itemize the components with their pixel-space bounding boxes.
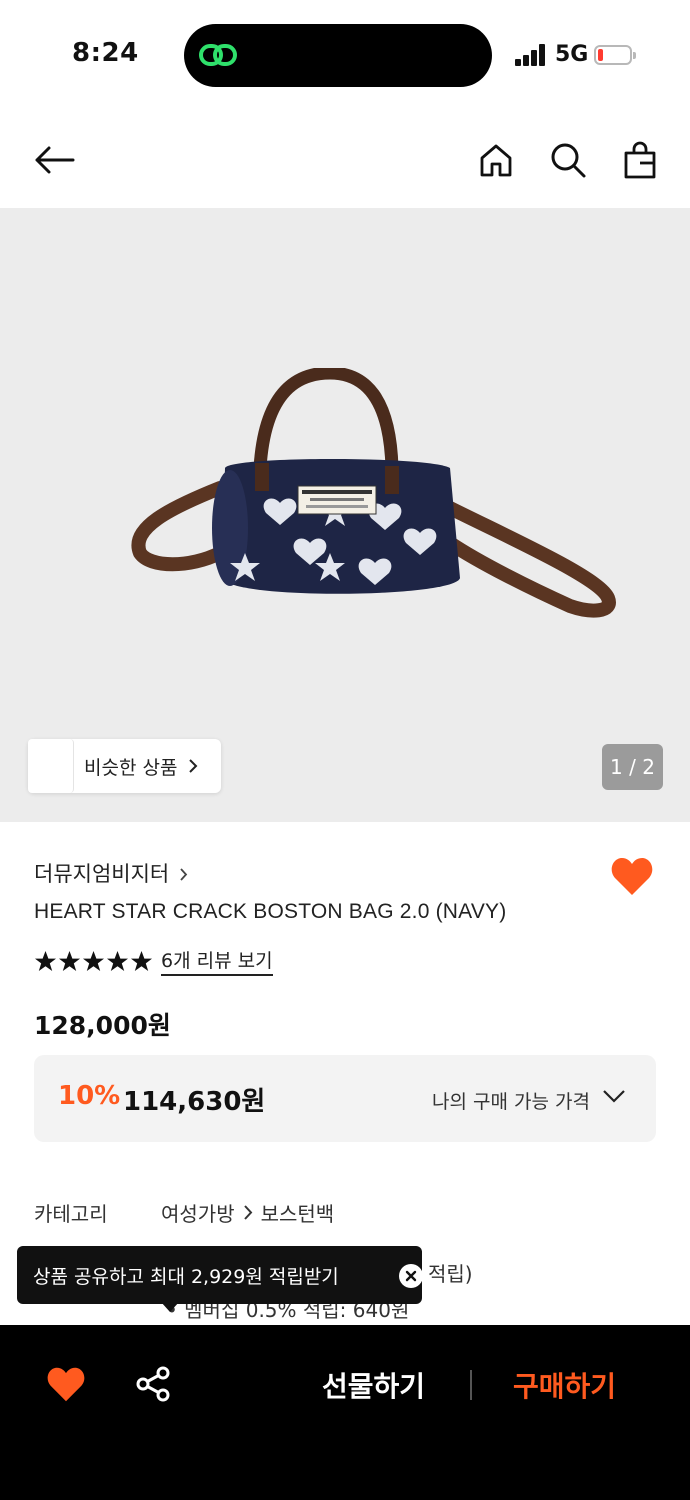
my-price-label: 나의 구매 가능 가격 [432, 1091, 590, 1113]
battery-icon [594, 45, 636, 65]
back-button[interactable] [32, 138, 76, 182]
chevron-right-icon [243, 1205, 252, 1220]
my-price-dropdown[interactable]: 10% 114,630원 나의 구매 가능 가격 [34, 1055, 656, 1142]
buy-button[interactable]: 구매하기 [513, 1365, 616, 1405]
cart-button[interactable] [618, 138, 662, 182]
category-label: 카테고리 [34, 1202, 108, 1226]
product-image [131, 368, 616, 618]
star-icon [82, 950, 105, 972]
similar-products-label: 비슷한 상품 [84, 757, 178, 779]
tooltip-text: 상품 공유하고 최대 2,929원 적립받기 [33, 1266, 339, 1288]
star-icon [34, 950, 57, 972]
star-icon [106, 950, 129, 972]
star-icon [58, 950, 81, 972]
network-type: 5G [555, 42, 589, 67]
nav-bar [0, 110, 690, 208]
back-arrow-icon [35, 146, 75, 174]
brand-link[interactable]: 더뮤지엄비지터 [34, 858, 188, 888]
brand-name: 더뮤지엄비지터 [34, 862, 170, 886]
reviews-link[interactable]: 6개 리뷰 보기 [161, 946, 273, 976]
star-icon [130, 950, 153, 972]
rating-row: 6개 리뷰 보기 [34, 946, 273, 976]
dynamic-island [184, 24, 492, 87]
wishlist-heart-icon[interactable] [610, 855, 654, 897]
category-breadcrumb: 여성가방 보스턴백 [161, 1198, 334, 1227]
status-time: 8:24 [72, 38, 139, 68]
divider [470, 1370, 472, 1400]
product-name: HEART STAR CRACK BOSTON BAG 2.0 (NAVY) [34, 900, 507, 923]
share-icon[interactable] [134, 1364, 174, 1404]
close-icon [405, 1270, 417, 1282]
points-info-text: 적립) [428, 1262, 473, 1286]
search-button[interactable] [546, 138, 590, 182]
signal-icon [515, 44, 547, 66]
similar-product-thumbnails [28, 739, 86, 793]
product-image-gallery[interactable]: 비슷한 상품 1 / 2 [0, 208, 690, 822]
original-price: 128,000원 [34, 1011, 171, 1040]
discount-rate: 10% [58, 1081, 121, 1111]
status-bar: 8:24 5G [0, 0, 690, 110]
shopping-bag-icon [624, 141, 656, 179]
rating-stars [34, 950, 153, 972]
tooltip-close-button[interactable] [399, 1264, 423, 1288]
search-icon [551, 143, 586, 178]
share-reward-tooltip: 상품 공유하고 최대 2,929원 적립받기 [17, 1246, 423, 1312]
gift-button[interactable]: 선물하기 [322, 1365, 425, 1405]
home-icon [480, 144, 512, 177]
similar-products-button[interactable]: 비슷한 상품 [28, 739, 221, 793]
home-button[interactable] [474, 138, 518, 182]
link-icon [199, 44, 237, 66]
discount-price: 114,630원 [123, 1087, 266, 1117]
chevron-down-icon [603, 1090, 625, 1103]
category-link-2[interactable]: 보스턴백 [261, 1198, 335, 1227]
bottom-action-bar: 선물하기 구매하기 [0, 1325, 690, 1500]
category-link-1[interactable]: 여성가방 [161, 1198, 235, 1227]
image-page-indicator: 1 / 2 [602, 744, 663, 790]
chevron-right-icon [180, 867, 188, 881]
chevron-right-icon [189, 759, 198, 773]
wishlist-heart-icon[interactable] [46, 1365, 86, 1403]
tooltip-arrow [161, 1302, 179, 1312]
